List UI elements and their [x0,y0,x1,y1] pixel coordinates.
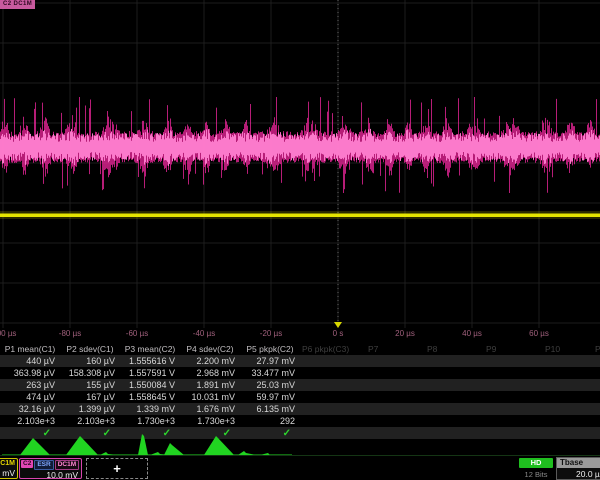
cell: 6.135 mV [240,403,300,415]
param-header-p10[interactable]: P10 [545,343,560,355]
param-header-p7[interactable]: P7 [368,343,378,355]
measure-row-max: 474 µV167 µV1.558645 V10.031 mV59.97 mV [0,391,600,403]
cell: 2.968 mV [180,367,240,379]
c2-coupling-badge: DC1M [55,460,79,470]
c2-scale-value: 10.0 mV [20,470,81,480]
c2-badges: C2 ESR DC1M [20,459,81,470]
param-header-p8[interactable]: P8 [427,343,437,355]
param-header-p1[interactable]: P1 mean(C1) [0,343,60,355]
param-header-p6[interactable]: P6 pkpk(C3) [302,343,349,355]
histicon-strip [0,434,600,456]
waveform-canvas [0,0,600,330]
cell: 1.555616 V [120,355,180,367]
tbase-scale-value: 20.0 µs/div [557,468,600,480]
cell: 2.103e+3 [60,415,120,427]
cell: 32.16 µV [0,403,60,415]
timebase-descriptor[interactable]: Tbase 20.0 µs/div [556,457,600,480]
measure-row-value: 440 µV160 µV1.555616 V2.200 mV27.97 mV [0,355,600,367]
cell: 158.308 µV [60,367,120,379]
channel-c2-descriptor[interactable]: C2 ESR DC1M 10.0 mV [19,458,82,479]
cell: 155 µV [60,379,120,391]
measure-row-mean: 363.98 µV158.308 µV1.557591 V2.968 mV33.… [0,367,600,379]
cell: 59.97 mV [240,391,300,403]
cell: 27.97 mV [240,355,300,367]
cell: 1.730e+3 [120,415,180,427]
param-header-p4[interactable]: P4 sdev(C2) [180,343,240,355]
axis-tick-label: 60 µs [529,329,549,338]
c2-esr-badge: ESR [34,460,53,470]
axis-tick-label: 40 µs [462,329,482,338]
cell: 2.200 mV [180,355,240,367]
cell: 1.891 mV [180,379,240,391]
add-trace-button[interactable]: + [86,458,148,479]
cell: 363.98 µV [0,367,60,379]
cell: 167 µV [60,391,120,403]
cell: 10.031 mV [180,391,240,403]
axis-tick-label: 0 s [333,329,344,338]
axis-tick-label: -100 µs [0,329,16,338]
c1-scale-value: 10.0 mV [0,468,17,479]
cell: 1.676 mV [180,403,240,415]
axis-tick-label: -20 µs [260,329,282,338]
descriptor-bar: DC1M 10.0 mV C2 ESR DC1M 10.0 mV + HD 12… [0,455,600,480]
measure-table-header-row: P1 mean(C1)P2 sdev(C1)P3 mean(C2)P4 sdev… [0,343,600,355]
hd-mode-badge[interactable]: HD [519,458,553,468]
cell: 160 µV [60,355,120,367]
cell: 1.399 µV [60,403,120,415]
axis-tick-label: -60 µs [126,329,148,338]
cell: 33.477 mV [240,367,300,379]
axis-tick-label: -80 µs [59,329,81,338]
measure-row-num: 2.103e+32.103e+31.730e+31.730e+3292 [0,415,600,427]
trace-badge: C2 DC1M [0,0,35,9]
cell: 1.730e+3 [180,415,240,427]
param-header-p5[interactable]: P5 pkpk(C2) [240,343,300,355]
param-header-p3[interactable]: P3 mean(C2) [120,343,180,355]
tbase-label: Tbase [557,458,600,468]
trigger-position-marker[interactable] [334,322,342,328]
cell: 474 µV [0,391,60,403]
graticule-area[interactable]: C2 DC1M [0,0,600,330]
cell: 292 [240,415,300,427]
measure-row-min: 263 µV155 µV1.550084 V1.891 mV25.03 mV [0,379,600,391]
cell: 25.03 mV [240,379,300,391]
cell: 1.558645 V [120,391,180,403]
channel-c1-descriptor[interactable]: DC1M 10.0 mV [0,458,18,479]
resolution-bits-label: 12 Bits [519,470,553,479]
param-header-p9[interactable]: P9 [486,343,496,355]
cell: 263 µV [0,379,60,391]
cell: 1.550084 V [120,379,180,391]
param-header-p2[interactable]: P2 sdev(C1) [60,343,120,355]
axis-tick-label: 20 µs [395,329,415,338]
measure-row-sdev: 32.16 µV1.399 µV1.339 mV1.676 mV6.135 mV [0,403,600,415]
c2-name-badge: C2 [21,460,33,468]
measure-table: P1 mean(C1)P2 sdev(C1)P3 mean(C2)P4 sdev… [0,343,600,439]
c1-coupling-label: DC1M [0,459,17,468]
cell: 440 µV [0,355,60,367]
oscilloscope-screen: C2 DC1M -100 µs -80 µs -60 µs -40 µs -20… [0,0,600,480]
param-header-p11[interactable]: P11 [595,343,600,355]
cell: 1.557591 V [120,367,180,379]
cell: 2.103e+3 [0,415,60,427]
cell: 1.339 mV [120,403,180,415]
axis-tick-label: -40 µs [193,329,215,338]
